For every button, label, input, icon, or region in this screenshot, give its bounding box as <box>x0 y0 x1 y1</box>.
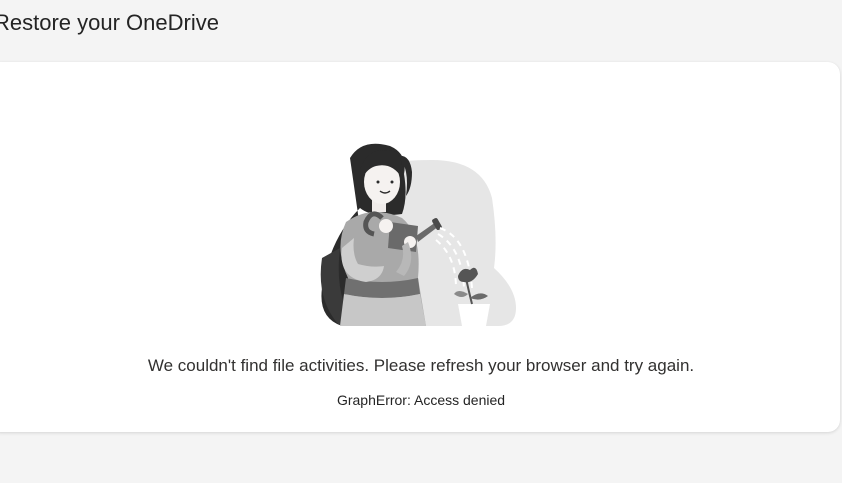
error-detail-text: GraphError: Access denied <box>336 392 506 408</box>
restore-onedrive-page: Restore your OneDrive We couldn't find f… <box>0 0 842 483</box>
page-title: Restore your OneDrive <box>0 10 219 35</box>
woman-watering-plant-illustration <box>320 143 516 326</box>
flower-pot <box>458 304 490 326</box>
empty-state-message: We couldn't find file activities. Please… <box>147 356 695 375</box>
